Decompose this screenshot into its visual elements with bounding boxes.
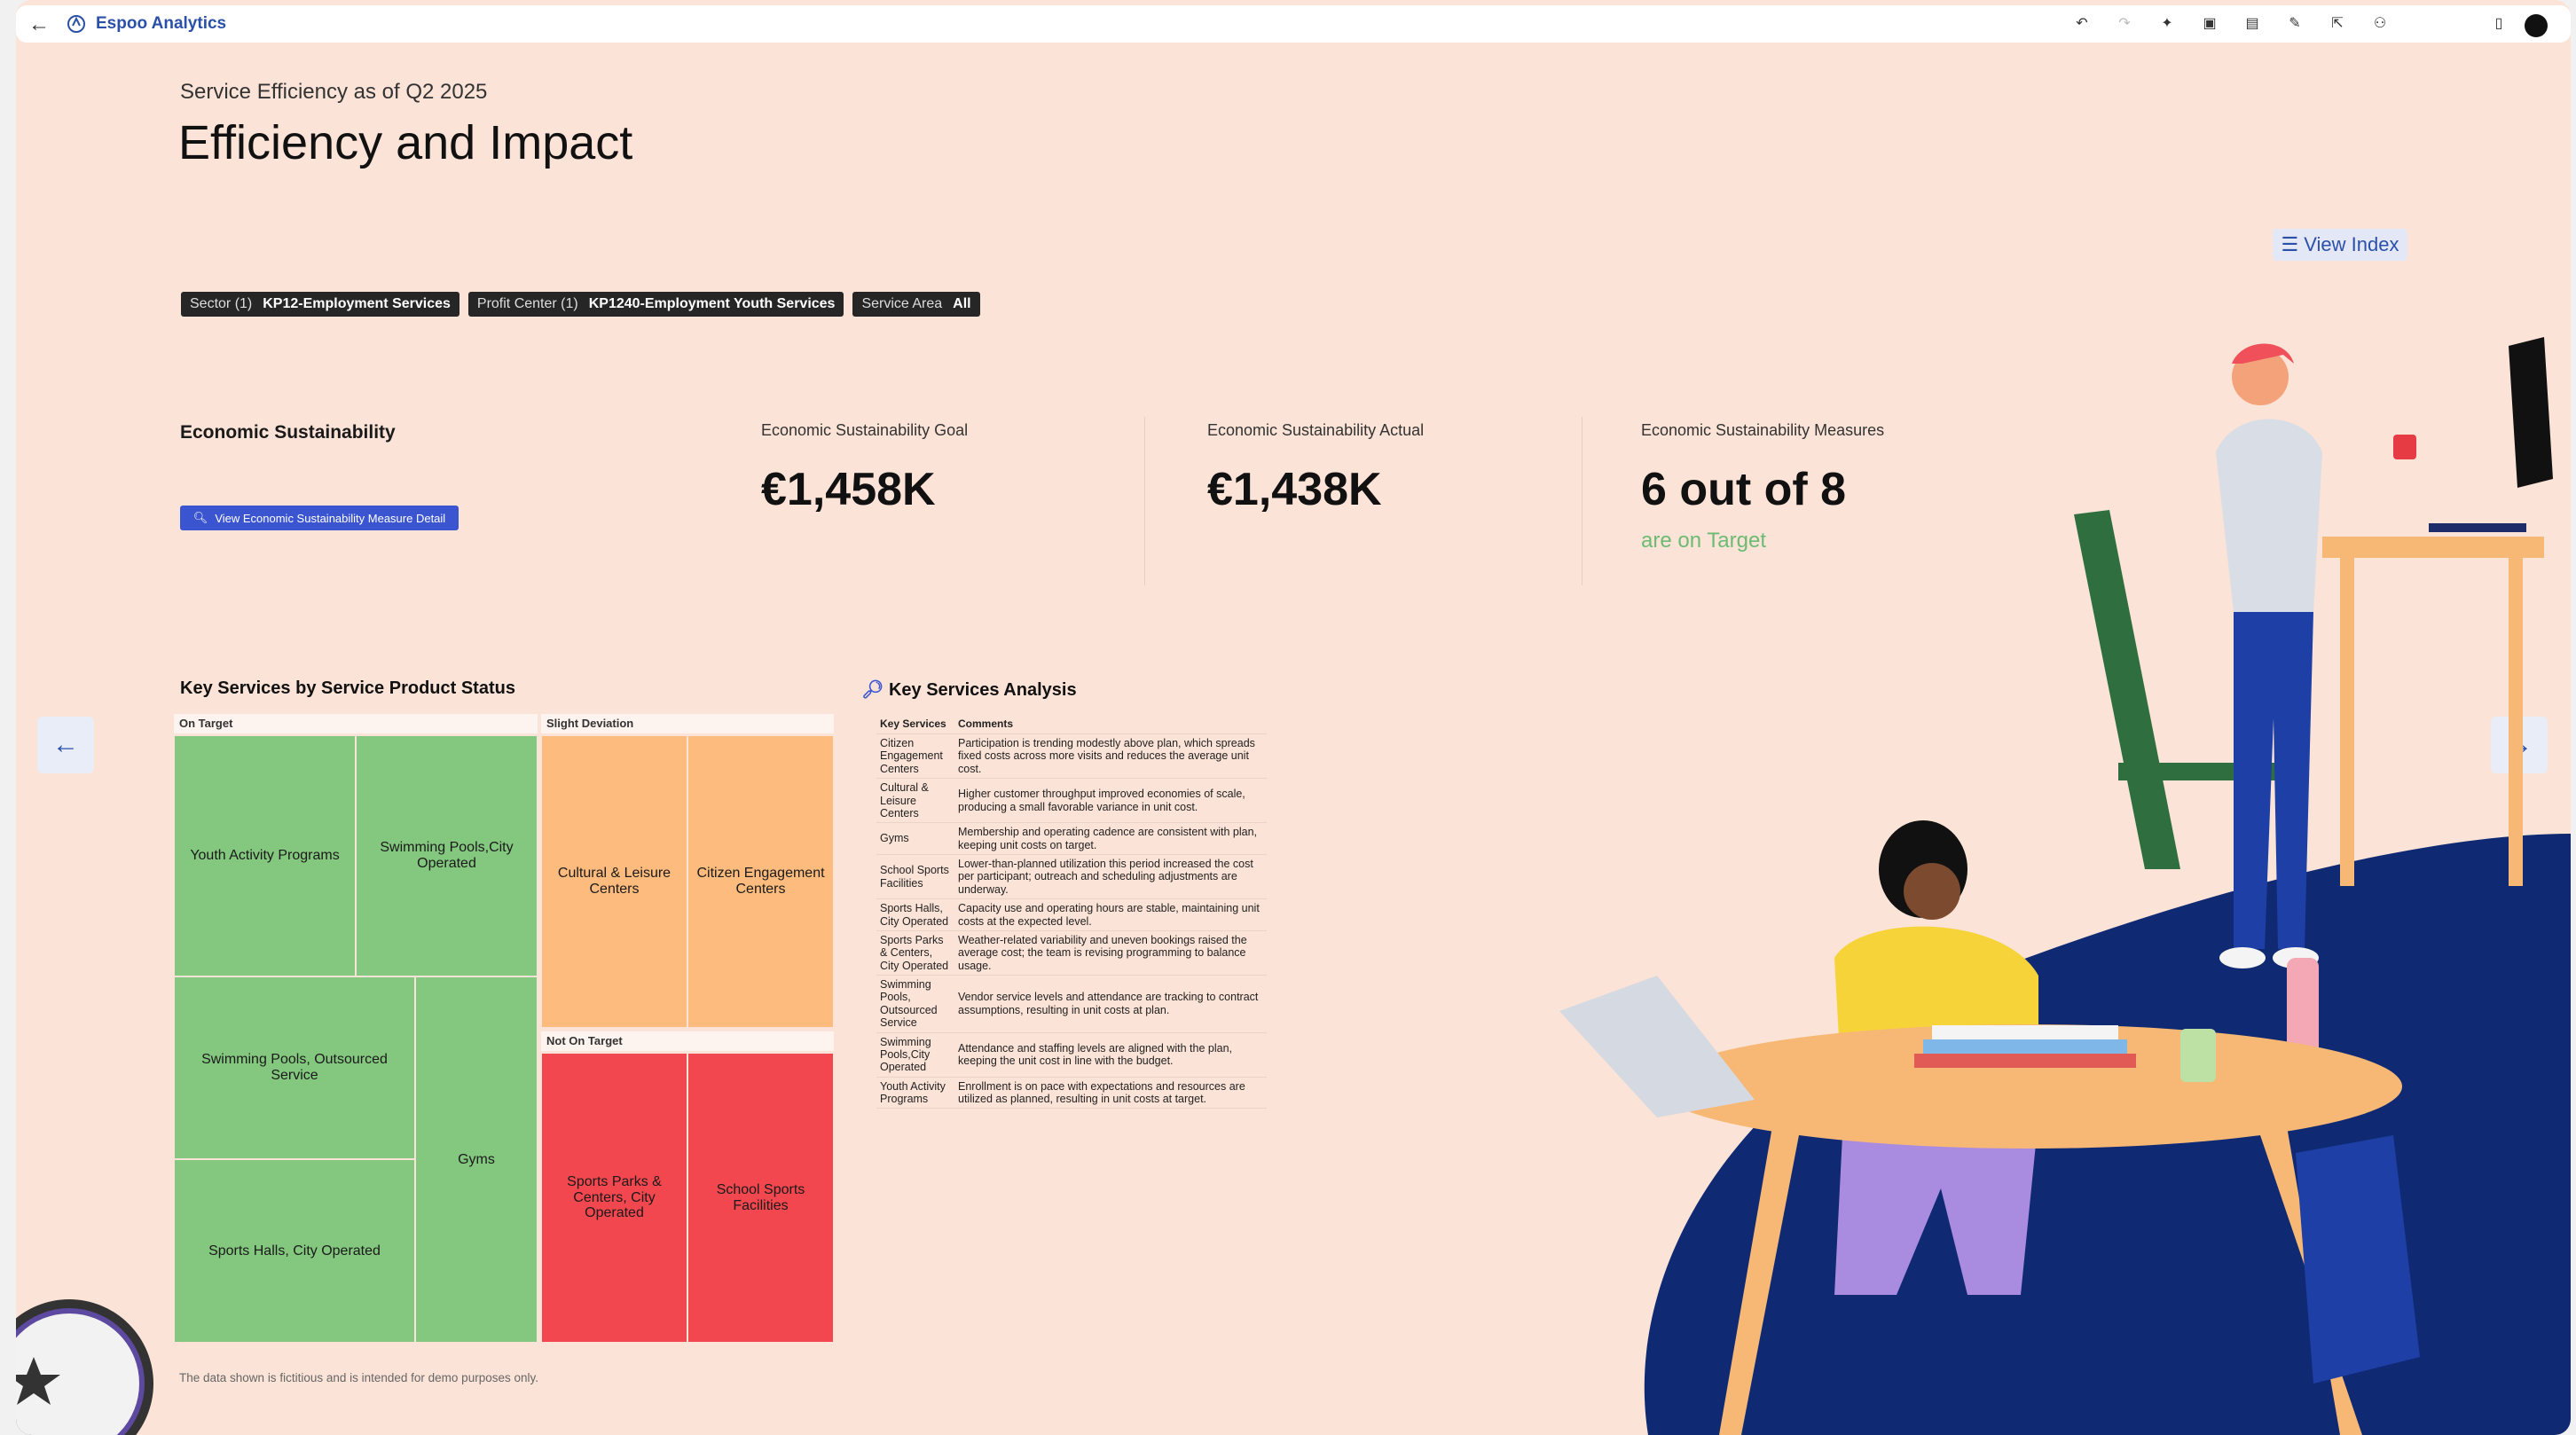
table-row: Sports Halls, City Operated Capacity use … [876,898,1267,931]
treemap-cell-pools-outsourced[interactable]: Swimming Pools, Outsourced Service [174,976,415,1159]
treemap-cell-school[interactable]: School Sports Facilities [687,1053,834,1343]
kpi-actual-label: Economic Sustainability Actual [1207,421,1425,439]
footnote: The data shown is fictitious and is inte… [179,1371,538,1384]
treemap: On Target Slight Deviation Youth Activit… [174,714,848,1344]
row-comment: Enrollment is on pace with expectations … [954,1077,1267,1110]
row-service: Swimming Pools,City Operated [876,1032,954,1078]
row-comment: Vendor service levels and attendance are… [954,975,1267,1033]
row-service: Citizen Engagement Centers [876,733,954,780]
treemap-group-slight-deviation: Slight Deviation [541,714,834,733]
bookmark-icon[interactable]: ▯ [2489,13,2509,33]
row-service: Gyms [876,822,954,855]
app-title[interactable]: Espoo Analytics [96,14,226,34]
kpi-goal: Economic Sustainability Goal €1,458K [761,421,968,516]
row-comment: Higher customer throughput improved econ… [954,778,1267,824]
filter-chips: Sector (1) KP12-Employment Services Profi… [181,292,980,317]
row-comment: Participation is trending modestly above… [954,733,1267,780]
filter-key: Sector (1) [190,296,253,311]
share-icon[interactable]: ⇱ [2328,13,2347,33]
treemap-cell-youth[interactable]: Youth Activity Programs [174,735,356,976]
redo-icon[interactable]: ↷ [2115,13,2134,33]
treemap-group-on-target: On Target [174,714,538,733]
analysis-title-text: Key Services Analysis [888,680,1077,700]
treemap-cell-cultural[interactable]: Cultural & Leisure Centers [541,735,687,1028]
page-subtitle: Service Efficiency as of Q2 2025 [180,80,488,104]
back-arrow-icon[interactable]: ← [28,12,50,37]
view-index-button[interactable]: ☰ View Index [2273,229,2407,261]
table-row: School Sports Facilities Lower-than-plann… [876,854,1267,900]
table-row: Swimming Pools,City Operated Attendance a… [876,1032,1267,1078]
treemap-group-not-on-target: Not On Target [541,1031,834,1051]
row-comment: Attendance and staffing levels are align… [954,1032,1267,1078]
list-icon: ☰ [2281,233,2299,255]
prev-page-button[interactable]: ← [37,717,94,773]
pin-icon[interactable]: ✎ [2285,13,2305,33]
filter-chip-service-area[interactable]: Service Area All [852,292,980,317]
row-comment: Lower-than-planned utilization this peri… [954,854,1267,900]
filter-chip-profit-center[interactable]: Profit Center (1) KP1240-Employment Youth… [467,292,844,317]
avatar[interactable] [2525,14,2548,37]
kpi-goal-value: €1,458K [761,464,936,515]
app-logo-icon [67,15,85,33]
table-row: Citizen Engagement Centers Participation … [876,733,1267,780]
toolbar-icons: ↶ ↷ ✦ ▣ ▤ ✎ ⇱ ⚇ ▯ [2072,13,2509,33]
illustration-people-working [1559,337,2571,1435]
row-service: Swimming Pools, Outsourced Service [876,975,954,1033]
user-icon[interactable]: ⚇ [2370,13,2390,33]
kpi-actual-value: €1,438K [1207,464,1382,515]
row-service: Cultural & Leisure Centers [876,778,954,824]
kpi-actual: Economic Sustainability Actual €1,438K [1207,421,1424,516]
col-key-services: Key Services [876,714,954,734]
filter-value: All [953,296,971,311]
filter-value: KP12-Employment Services [263,296,451,311]
treemap-cell-halls[interactable]: Sports Halls, City Operated [174,1159,415,1343]
economic-sustainability-heading: Economic Sustainability [180,422,396,443]
treemap-cell-citizen[interactable]: Citizen Engagement Centers [687,735,834,1028]
treemap-cell-gyms[interactable]: Gyms [415,976,538,1343]
top-bar: ← Espoo Analytics ↶ ↷ ✦ ▣ ▤ ✎ ⇱ ⚇ ▯ [16,5,2571,43]
badge-seal-icon [16,1299,153,1435]
table-row: Swimming Pools, Outsourced Service Vendor… [876,975,1267,1033]
treemap-cell-pools-city[interactable]: Swimming Pools,City Operated [356,735,538,976]
row-comment: Membership and operating cadence are con… [954,822,1267,855]
table-row: Sports Parks & Centers, City Operated Wea… [876,930,1267,976]
key-services-table: Key Services Comments Citizen Engagement… [876,714,1267,1110]
row-service: Youth Activity Programs [876,1077,954,1110]
page-frame: ← Espoo Analytics ↶ ↷ ✦ ▣ ▤ ✎ ⇱ ⚇ ▯ Serv… [16,0,2571,1435]
treemap-cell-parks[interactable]: Sports Parks & Centers, City Operated [541,1053,687,1343]
filter-chip-sector[interactable]: Sector (1) KP12-Employment Services [181,292,459,317]
magic-icon[interactable]: ✦ [2157,13,2177,33]
page-title: Efficiency and Impact [178,116,633,169]
view-index-label: View Index [2304,233,2399,255]
arrow-left-icon: ← [52,730,79,759]
table-row: Youth Activity Programs Enrollment is on … [876,1077,1267,1110]
filter-value: KP1240-Employment Youth Services [588,296,836,311]
view-measure-detail-label: View Economic Sustainability Measure Det… [215,511,446,525]
treemap-title: Key Services by Service Product Status [180,678,515,698]
save-icon[interactable]: ▣ [2200,13,2219,33]
row-service: Sports Halls, City Operated [876,898,954,931]
kpi-divider [1144,417,1145,585]
view-measure-detail-button[interactable]: 🔍︎ View Economic Sustainability Measure … [180,506,459,530]
filter-key: Profit Center (1) [476,296,578,311]
table-row: Cultural & Leisure Centers Higher custome… [876,778,1267,824]
table-row: Gyms Membership and operating cadence are… [876,822,1267,855]
row-service: Sports Parks & Centers, City Operated [876,930,954,976]
analysis-title: 🔎︎ Key Services Analysis [861,678,1077,701]
col-comments: Comments [954,714,1267,734]
row-comment: Weather-related variability and uneven b… [954,930,1267,976]
kpi-goal-label: Economic Sustainability Goal [761,421,969,439]
comment-icon[interactable]: ▤ [2242,13,2262,33]
row-service: School Sports Facilities [876,854,954,900]
filter-key: Service Area [861,296,943,311]
undo-icon[interactable]: ↶ [2072,13,2092,33]
search-icon: 🔍︎ [192,511,208,524]
toolbar-spacer [2413,13,2466,33]
row-comment: Capacity use and operating hours are sta… [954,898,1267,931]
table-header-row: Key Services Comments [876,714,1267,734]
magnifier-emoji-icon: 🔎︎ [861,680,884,700]
